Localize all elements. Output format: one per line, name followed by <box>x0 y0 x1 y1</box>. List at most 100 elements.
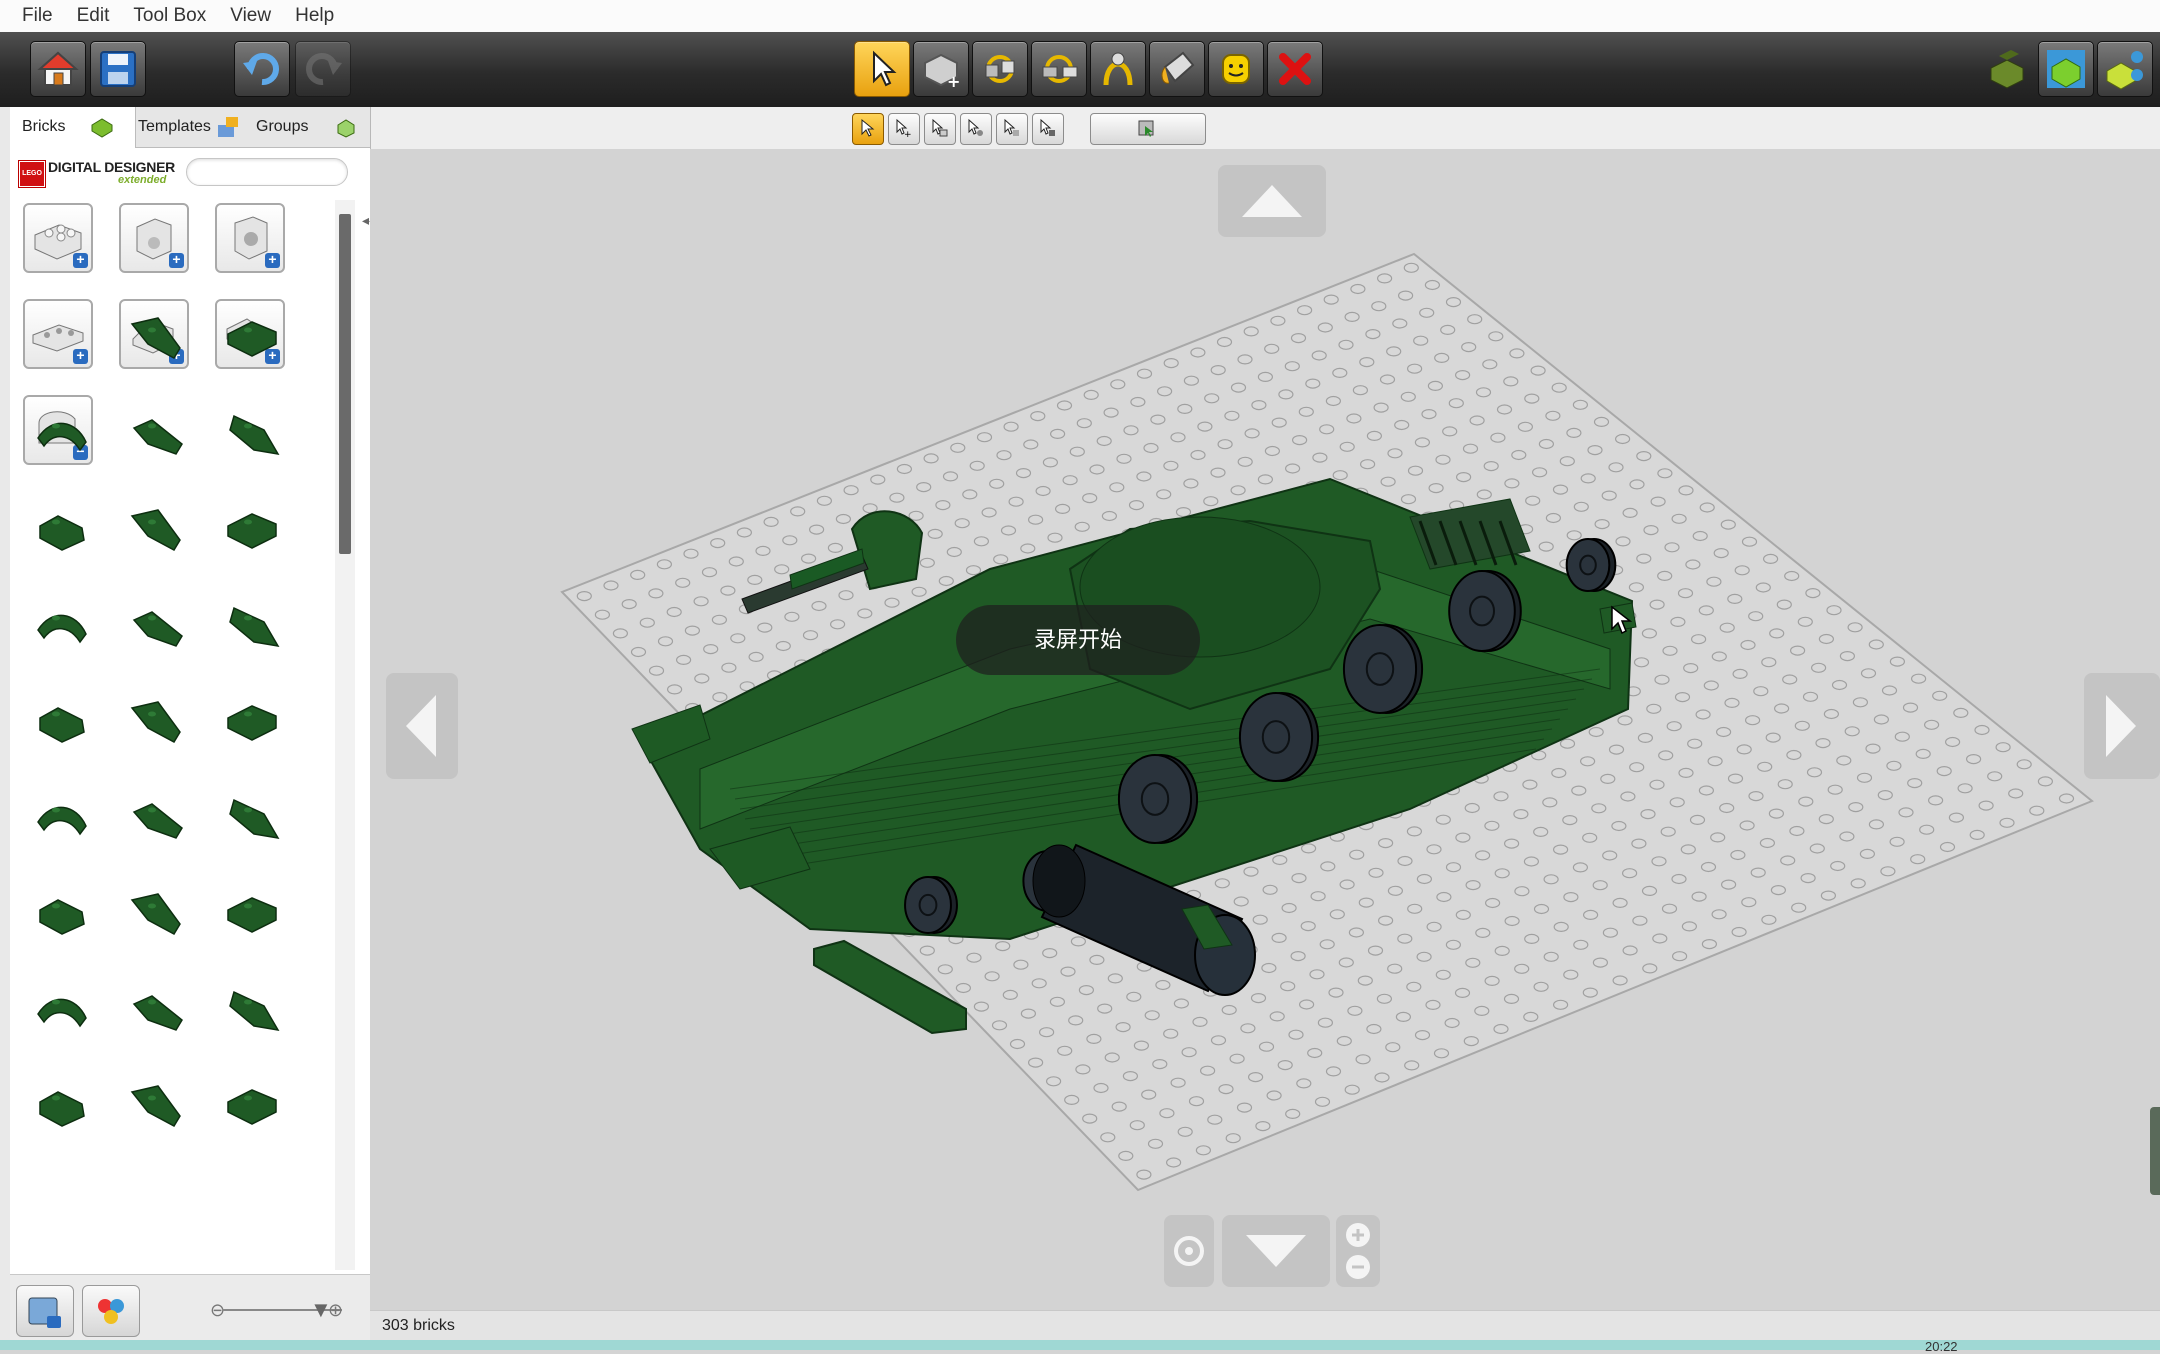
clone-tool-button[interactable]: + <box>913 41 969 97</box>
brick-thumbnail[interactable] <box>130 701 181 743</box>
show-used-bricks-button[interactable] <box>16 1285 74 1337</box>
clone-brick-icon: + <box>924 53 960 91</box>
camera-rotate-right-button[interactable] <box>2084 673 2160 779</box>
brick-thumbnail[interactable] <box>130 893 181 935</box>
zoom-buttons[interactable] <box>1336 1215 1380 1287</box>
brick-thumbnail[interactable] <box>39 1091 85 1127</box>
flex-tool-button[interactable] <box>1090 41 1146 97</box>
zoom-in-icon[interactable]: ⊕ <box>328 1300 343 1321</box>
select-multiple-button[interactable]: + <box>888 113 920 145</box>
tab-bricks[interactable]: Bricks <box>10 107 136 148</box>
brick-thumbnail[interactable] <box>37 614 87 644</box>
palette-tabs: Bricks Templates Groups <box>10 107 370 148</box>
brick-thumbnail[interactable] <box>39 707 85 743</box>
road-wheel <box>1342 624 1424 714</box>
brick-thumbnail[interactable] <box>37 422 87 452</box>
select-same-shape-button[interactable] <box>996 113 1028 145</box>
app-edition: extended <box>118 174 167 186</box>
save-button[interactable] <box>90 41 146 97</box>
select-same-color-button[interactable] <box>960 113 992 145</box>
hinge-align-icon <box>1042 55 1078 83</box>
menu-view[interactable]: View <box>218 0 283 32</box>
brick-thumbnail[interactable] <box>229 606 280 648</box>
scrollbar-thumb[interactable] <box>339 214 351 554</box>
redo-button[interactable] <box>295 41 351 97</box>
select-same-color-shape-button[interactable] <box>1032 113 1064 145</box>
paint-bucket-icon <box>1161 51 1195 84</box>
hinge-tool-button[interactable] <box>972 41 1028 97</box>
paint-tool-button[interactable] <box>1149 41 1205 97</box>
menu-toolbox[interactable]: Tool Box <box>121 0 218 32</box>
build-mode-button[interactable] <box>1980 41 2034 95</box>
templates-icon <box>218 117 238 137</box>
save-icon <box>100 51 136 87</box>
view-mode-button[interactable] <box>2038 41 2094 97</box>
tab-templates[interactable]: Templates <box>126 107 254 147</box>
cursor-plus-icon: + <box>896 118 912 138</box>
side-dock-handle[interactable] <box>2150 1107 2160 1195</box>
recording-toast: 录屏开始 <box>956 605 1200 675</box>
brick-thumbnail[interactable] <box>229 990 280 1032</box>
brick-thumbnail[interactable] <box>39 899 85 935</box>
brick-palette-panel: Bricks Templates Groups LEGO DIGITAL DES… <box>10 107 376 1341</box>
color-palette-button[interactable] <box>82 1285 140 1337</box>
brick-search-input[interactable] <box>186 158 348 186</box>
home-button[interactable] <box>30 41 86 97</box>
green-brick-icon <box>91 118 113 138</box>
brick-thumbnail[interactable] <box>132 611 183 647</box>
brick-thumbnail[interactable] <box>227 1089 277 1125</box>
camera-rotate-left-button[interactable] <box>386 673 458 779</box>
brick-thumbnail[interactable] <box>132 803 183 839</box>
camera-tilt-down-button[interactable] <box>1222 1215 1330 1287</box>
instructions-mode-button[interactable] <box>2097 41 2153 97</box>
camera-tilt-up-button[interactable] <box>1218 165 1326 237</box>
reset-view-icon <box>1174 1236 1204 1266</box>
brick-thumbnail[interactable] <box>37 998 87 1028</box>
brick-thumbnail[interactable] <box>39 515 85 551</box>
brick-thumbnail[interactable] <box>227 705 277 741</box>
cursor-icon <box>873 50 897 87</box>
road-wheel <box>1117 754 1199 844</box>
undo-button[interactable] <box>234 41 290 97</box>
palette-scrollbar[interactable] <box>335 200 355 1270</box>
brick-thumbnail[interactable] <box>229 798 280 840</box>
brick-filter-icon <box>28 1297 61 1328</box>
redo-icon <box>306 53 342 86</box>
invert-selection-button[interactable] <box>1090 113 1206 145</box>
brick-thumbnail[interactable] <box>130 317 181 359</box>
brick-thumbnail[interactable] <box>132 419 183 455</box>
cursor-shape-icon <box>1004 118 1019 136</box>
brick-thumbnail[interactable] <box>132 995 183 1031</box>
road-wheel <box>1565 538 1617 592</box>
3d-viewport[interactable]: 录屏开始 <box>370 149 2160 1310</box>
menu-help[interactable]: Help <box>283 0 346 32</box>
tab-templates-label: Templates <box>138 118 211 135</box>
invert-selection-icon <box>1138 120 1154 137</box>
brick-thumbnail[interactable] <box>229 414 280 456</box>
brick-thumbnail[interactable] <box>227 897 277 933</box>
menu-file[interactable]: File <box>0 0 65 32</box>
mouse-cursor-icon <box>1611 605 1633 635</box>
cursor-color-shape-icon <box>1040 118 1055 136</box>
camera-reset-button[interactable] <box>1164 1215 1214 1287</box>
select-single-button[interactable] <box>852 113 884 145</box>
menu-edit[interactable]: Edit <box>65 0 122 32</box>
build-mode-icon <box>1990 50 2024 89</box>
brick-thumbnail[interactable] <box>227 321 277 357</box>
select-tool-button[interactable] <box>854 41 910 97</box>
instructions-mode-icon <box>2106 51 2143 90</box>
arrow-left-icon <box>406 695 436 757</box>
delete-tool-button[interactable] <box>1267 41 1323 97</box>
brick-thumbnail[interactable] <box>227 513 277 549</box>
hinge-align-tool-button[interactable] <box>1031 41 1087 97</box>
select-connected-button[interactable] <box>924 113 956 145</box>
brick-thumbnail[interactable] <box>37 806 87 836</box>
road-wheel <box>904 876 958 934</box>
brick-thumbnails <box>37 317 280 1127</box>
brick-grid: + + + + + + − <box>10 200 340 1260</box>
brick-thumbnail[interactable] <box>130 509 181 551</box>
brick-thumbnail[interactable] <box>130 1085 181 1127</box>
app-name: DIGITAL DESIGNER <box>48 159 175 175</box>
tab-groups[interactable]: Groups <box>244 107 376 147</box>
decoration-tool-button[interactable] <box>1208 41 1264 97</box>
